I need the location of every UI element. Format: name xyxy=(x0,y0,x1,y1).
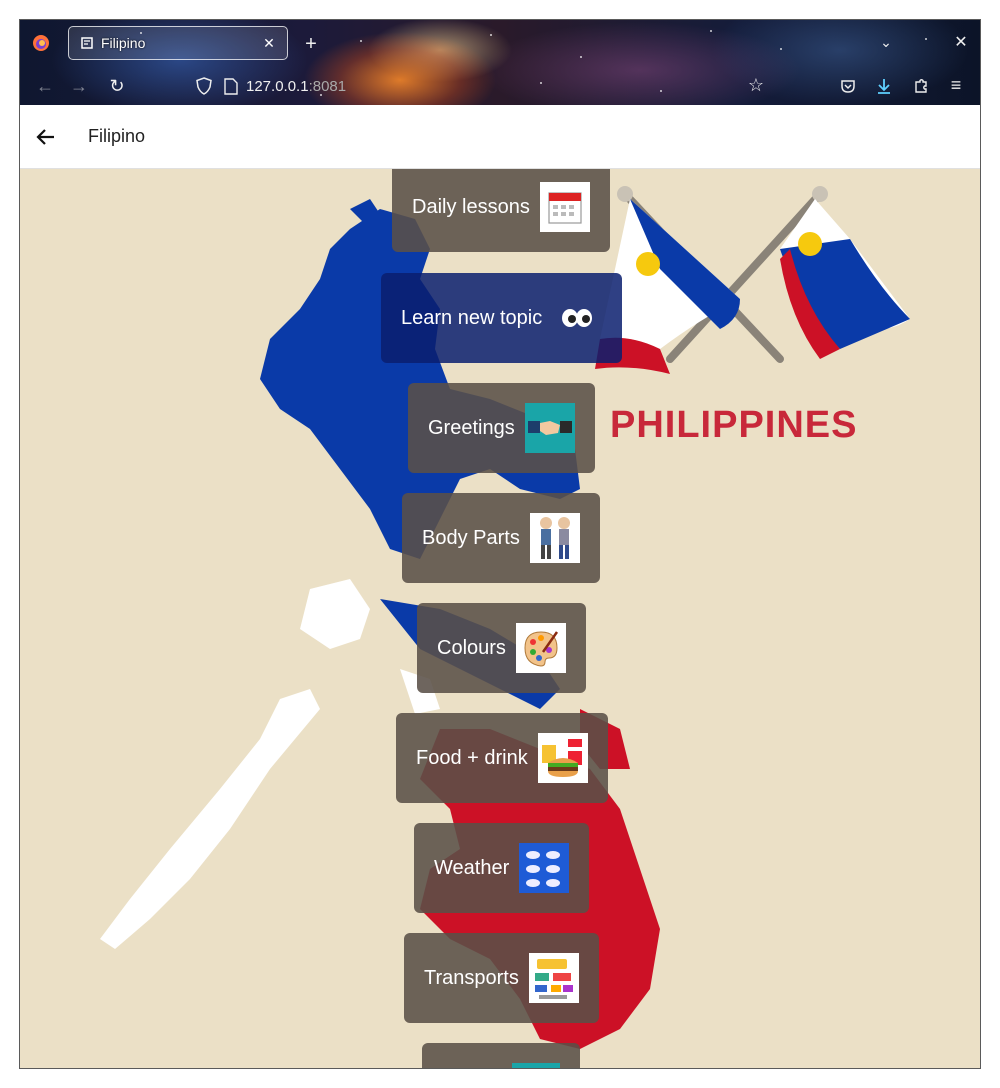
menu-button-label: Colours xyxy=(437,636,506,659)
menu-button-label: Weather xyxy=(434,856,510,879)
menu-hamburger-icon[interactable]: ≡ xyxy=(945,74,967,96)
menu-button-label: Food + drink xyxy=(416,746,528,769)
browser-tab[interactable]: Filipino ✕ xyxy=(68,26,288,60)
reload-icon[interactable]: ↻ xyxy=(106,75,128,97)
country-label: PHILIPPINES xyxy=(610,404,858,446)
menu-button-label: Body Parts xyxy=(422,526,520,549)
url-host: 127.0.0.1 xyxy=(246,77,309,95)
browser-window: Filipino ✕ + ⌄ ✕ ← → ↻ 127.0.0.1:8081 ☆ xyxy=(19,19,981,1069)
menu-button-label: Greetings xyxy=(428,416,515,439)
menu-button-daily-lessons[interactable]: Daily lessons xyxy=(392,169,610,252)
calendar-icon xyxy=(539,182,590,232)
vehicles-icon xyxy=(528,953,579,1003)
list-tabs-icon[interactable]: ⌄ xyxy=(875,31,897,53)
tab-favicon-icon xyxy=(79,35,95,51)
crossed-flags-image xyxy=(595,186,910,374)
menu-button-food-drink[interactable]: Food + drink xyxy=(396,713,608,803)
menu-button-colours[interactable]: Colours xyxy=(417,603,586,693)
close-window-icon[interactable]: ✕ xyxy=(950,32,972,54)
main-content: PHILIPPINES Daily lessons Learn new topi… xyxy=(20,169,980,1068)
menu-button-label: Daily lessons xyxy=(412,195,530,218)
page-title: Filipino xyxy=(88,126,146,146)
partial-thumbnail-icon xyxy=(512,1063,560,1068)
downloads-icon[interactable] xyxy=(873,75,895,97)
new-tab-icon[interactable]: + xyxy=(300,33,322,55)
page-icon xyxy=(224,77,246,95)
arrow-back-icon xyxy=(36,128,54,145)
tab-close-icon[interactable]: ✕ xyxy=(261,35,277,52)
menu-button-transports[interactable]: Transports xyxy=(404,933,599,1023)
browser-chrome: Filipino ✕ + ⌄ ✕ ← → ↻ 127.0.0.1:8081 ☆ xyxy=(20,20,980,105)
tab-title: Filipino xyxy=(101,35,146,51)
back-nav-icon[interactable]: ← xyxy=(34,75,56,97)
menu-button-greetings[interactable]: Greetings xyxy=(408,383,595,473)
bookmark-star-icon[interactable]: ☆ xyxy=(745,74,767,96)
menu-button-label: Transports xyxy=(424,966,519,989)
weather-icon xyxy=(519,843,570,893)
app-bar: Filipino xyxy=(20,105,980,169)
extensions-icon[interactable] xyxy=(910,75,932,97)
palette-icon xyxy=(515,623,566,673)
menu-button-label: Learn new topic xyxy=(401,306,543,329)
firefox-icon[interactable] xyxy=(30,32,52,54)
url-bar[interactable]: 127.0.0.1:8081 xyxy=(196,72,776,100)
url-port: :8081 xyxy=(308,77,347,95)
menu-button-partial[interactable] xyxy=(422,1043,580,1068)
eyes-icon xyxy=(552,293,602,343)
people-icon xyxy=(529,513,580,563)
back-button[interactable] xyxy=(20,111,72,163)
menu-button-body-parts[interactable]: Body Parts xyxy=(402,493,600,583)
menu-button-weather[interactable]: Weather xyxy=(414,823,590,913)
food-icon xyxy=(537,733,588,783)
forward-nav-icon[interactable]: → xyxy=(68,75,90,97)
shield-icon[interactable] xyxy=(196,77,218,95)
handshake-icon xyxy=(524,403,575,453)
pocket-icon[interactable] xyxy=(837,75,859,97)
menu-button-learn-new-topic[interactable]: Learn new topic xyxy=(381,273,623,363)
